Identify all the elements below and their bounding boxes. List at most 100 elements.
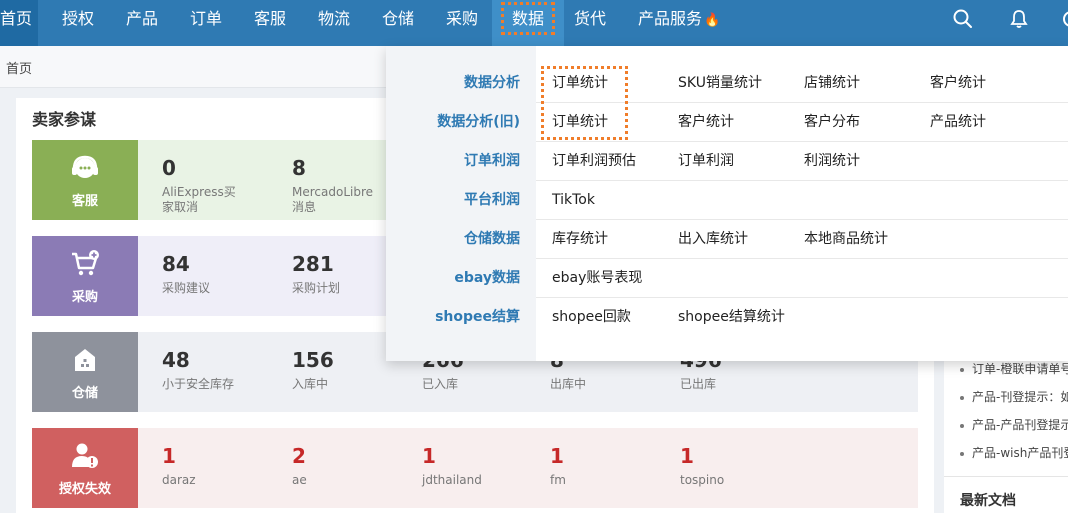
metric-value: 1 (422, 444, 436, 468)
metric-label: MercadoLibre消息 (292, 185, 374, 214)
notice-item[interactable]: 产品-刊登提示：如 (960, 388, 1068, 405)
metric-label: 已入库 (422, 377, 459, 391)
warehouse-icon (75, 349, 95, 371)
cart-add-icon (72, 250, 99, 276)
latest-docs-title: 最新文档 (960, 493, 1016, 509)
metric[interactable]: 0 AliExpress买家取消 (162, 156, 282, 215)
bell-icon[interactable] (1008, 8, 1030, 30)
metric[interactable]: 2 ae (292, 444, 412, 488)
dropdown-link[interactable]: 客户统计 (930, 64, 986, 103)
metric-label: 采购建议 (162, 281, 211, 295)
nav-products[interactable]: 产品 (126, 0, 158, 46)
nav-data[interactable]: 数据 (492, 0, 564, 46)
dropdown-link[interactable]: 店铺统计 (804, 64, 860, 103)
dropdown-link[interactable]: 利润统计 (804, 142, 860, 181)
dropdown-link[interactable]: 订单利润 (678, 142, 734, 181)
nav-authorization[interactable]: 授权 (62, 0, 94, 46)
metric-value: 1 (680, 444, 694, 468)
nav-data-label: 数据 (500, 2, 556, 35)
data-dropdown-menu: 数据分析 订单统计 SKU销量统计 店铺统计 客户统计 数据分析(旧) 订单统计… (386, 46, 1068, 361)
card-title: 仓储 (71, 386, 98, 401)
metric-value: 1 (162, 444, 176, 468)
top-navigation: 首页 授权 产品 订单 客服 物流 仓储 采购 数据 货代 产品服务 🔥 (0, 0, 1068, 46)
notice-item[interactable]: 产品-产品刊登提示 (960, 416, 1068, 433)
dropdown-link[interactable]: 客户分布 (804, 103, 860, 142)
headset-icon (72, 155, 98, 178)
dropdown-link[interactable]: ebay账号表现 (552, 259, 642, 298)
card-title: 采购 (71, 290, 98, 305)
nav-product-services-label: 产品服务 (638, 9, 703, 28)
notice-item[interactable]: 订单-橙联申请单号 (960, 360, 1068, 377)
dropdown-category: 仓储数据 (464, 231, 520, 247)
card-header[interactable]: 采购 (32, 236, 138, 316)
nav-customer-service[interactable]: 客服 (254, 0, 286, 46)
card-title: 客服 (71, 194, 98, 209)
search-icon[interactable] (952, 8, 974, 30)
nav-orders[interactable]: 订单 (190, 0, 222, 46)
dropdown-row: ebay数据 ebay账号表现 (386, 259, 1068, 298)
nav-logistics[interactable]: 物流 (318, 0, 350, 46)
nav-warehouse[interactable]: 仓储 (382, 0, 414, 46)
card-header[interactable]: 授权失效 (32, 428, 138, 508)
card-title: 授权失效 (58, 482, 111, 497)
nav-home[interactable]: 首页 (0, 0, 39, 46)
dropdown-row: 数据分析(旧) 订单统计 客户统计 客户分布 产品统计 (386, 103, 1068, 142)
card-authorization-expired: 授权失效 1 daraz 2 ae 1 jdthailand 1 fm 1 to… (32, 428, 918, 508)
dropdown-link[interactable]: 本地商品统计 (804, 220, 888, 259)
metric-label: 入库中 (292, 377, 329, 391)
dropdown-link[interactable]: 订单统计 (552, 64, 608, 103)
dropdown-row: 数据分析 订单统计 SKU销量统计 店铺统计 客户统计 (386, 64, 1068, 103)
dropdown-link[interactable]: TikTok (552, 181, 595, 220)
metric[interactable]: 1 jdthailand (422, 444, 542, 488)
dropdown-link[interactable]: 订单统计 (552, 103, 608, 142)
dropdown-category: shopee结算 (435, 309, 520, 325)
metric-value: 0 (162, 156, 176, 180)
settings-icon[interactable] (1060, 8, 1068, 30)
user-alert-icon (72, 443, 98, 468)
metric-label: fm (550, 473, 566, 487)
metric-value: 1 (550, 444, 564, 468)
dropdown-link[interactable]: SKU销量统计 (678, 64, 762, 103)
metric-label: AliExpress买家取消 (162, 185, 236, 214)
metric[interactable]: 48 小于安全库存 (162, 348, 282, 392)
metric-value: 48 (162, 348, 190, 372)
dropdown-category: ebay数据 (454, 270, 520, 286)
dropdown-row: 仓储数据 库存统计 出入库统计 本地商品统计 (386, 220, 1068, 259)
divider (944, 476, 1068, 477)
dropdown-row: 平台利润 TikTok (386, 181, 1068, 220)
card-metrics: 1 daraz 2 ae 1 jdthailand 1 fm 1 tospino (138, 428, 918, 508)
nav-purchasing[interactable]: 采购 (446, 0, 478, 46)
dropdown-link[interactable]: 库存统计 (552, 220, 608, 259)
metric[interactable]: 1 tospino (680, 444, 800, 488)
metric[interactable]: 1 fm (550, 444, 670, 488)
dropdown-category: 数据分析(旧) (437, 114, 520, 130)
panel-title: 卖家参谋 (32, 110, 97, 129)
metric-label: 出库中 (550, 377, 587, 391)
metric-label: daraz (162, 473, 196, 487)
metric-value: 2 (292, 444, 306, 468)
dropdown-link[interactable]: 订单利润预估 (552, 142, 636, 181)
nav-freight-forwarding[interactable]: 货代 (574, 0, 606, 46)
dropdown-link[interactable]: shopee结算统计 (678, 298, 785, 337)
dropdown-row: 订单利润 订单利润预估 订单利润 利润统计 (386, 142, 1068, 181)
breadcrumb-home[interactable]: 首页 (6, 58, 32, 77)
metric-label: ae (292, 473, 307, 487)
card-header[interactable]: 仓储 (32, 332, 138, 412)
notice-item[interactable]: 产品-wish产品刊登 (960, 444, 1068, 461)
dropdown-link[interactable]: shopee回款 (552, 298, 631, 337)
dropdown-link[interactable]: 客户统计 (678, 103, 734, 142)
dropdown-link[interactable]: 出入库统计 (678, 220, 748, 259)
metric-label: tospino (680, 473, 725, 487)
dropdown-category: 平台利润 (464, 192, 520, 208)
dropdown-link[interactable]: 产品统计 (930, 103, 986, 142)
dropdown-category: 订单利润 (464, 153, 520, 169)
fire-icon: 🔥 (704, 13, 721, 28)
dropdown-category: 数据分析 (464, 75, 520, 91)
metric-label: 已出库 (680, 377, 717, 391)
metric-value: 84 (162, 252, 190, 276)
metric[interactable]: 1 daraz (162, 444, 282, 488)
nav-product-services[interactable]: 产品服务 🔥 (638, 0, 720, 46)
card-header[interactable]: 客服 (32, 140, 138, 220)
metric[interactable]: 84 采购建议 (162, 252, 282, 296)
metric-label: jdthailand (422, 473, 482, 487)
